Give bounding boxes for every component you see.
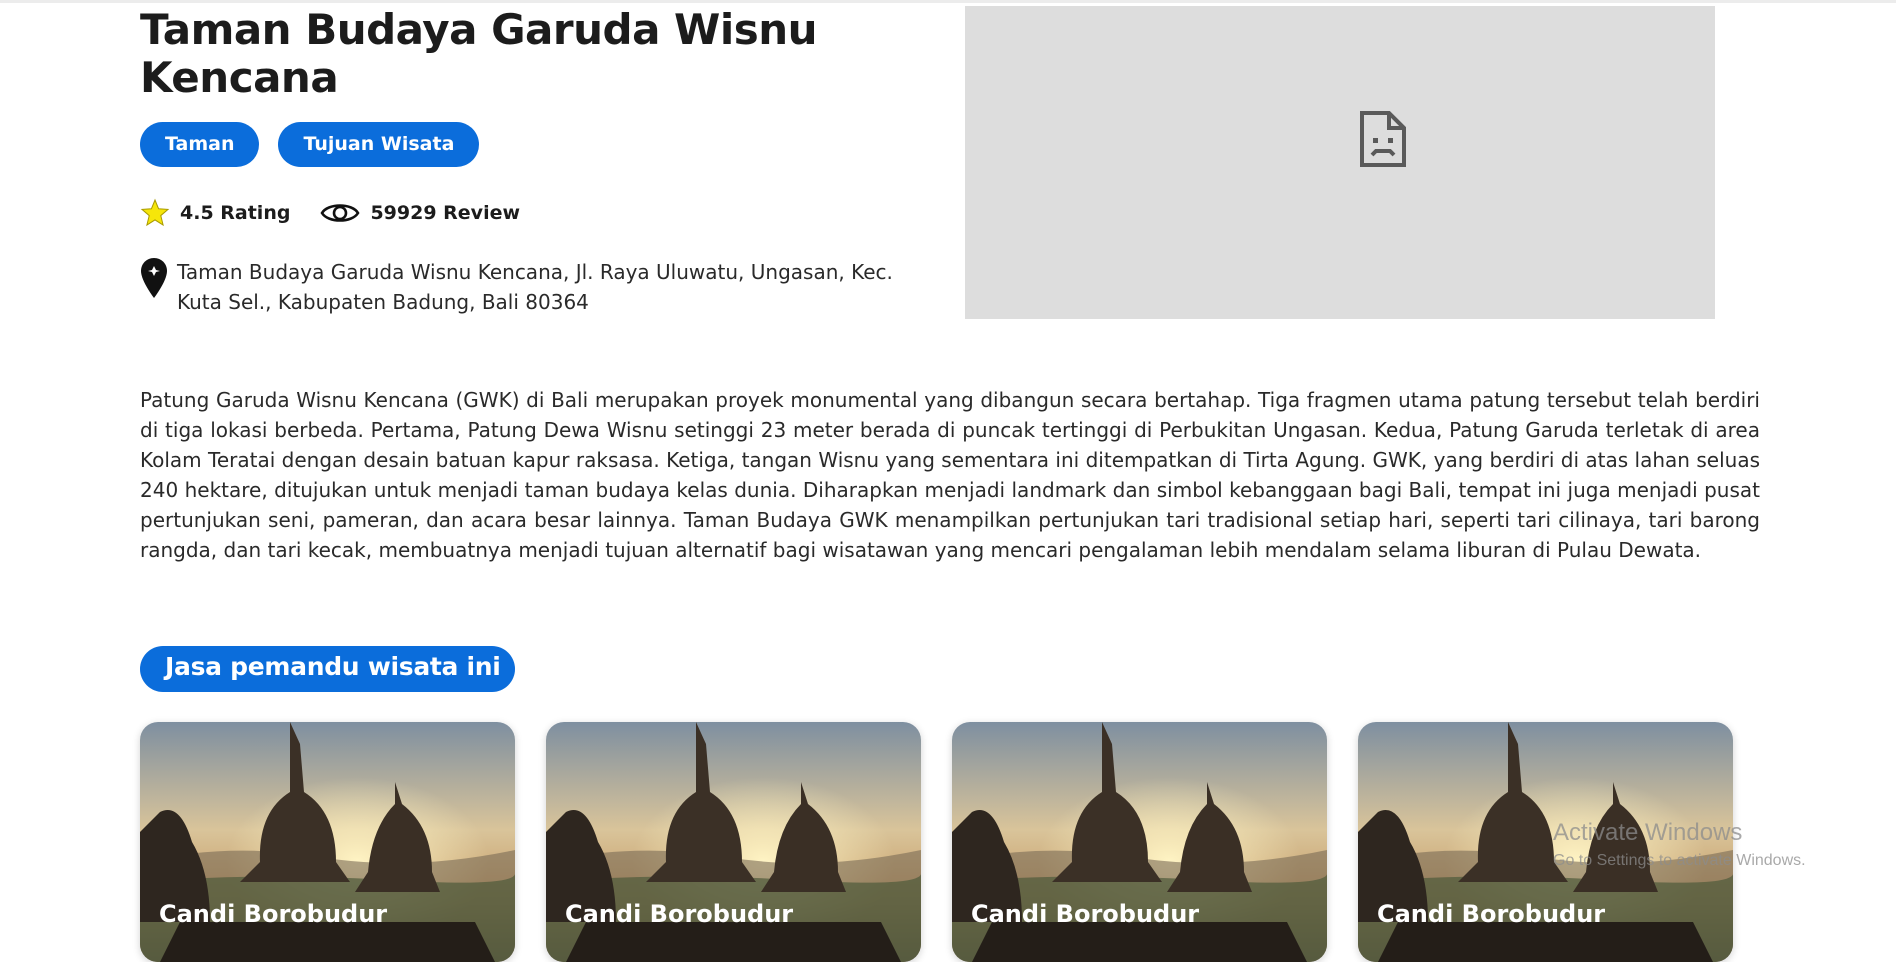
review-label: 59929 Review — [370, 202, 521, 224]
card-title: Candi Borobudur — [1377, 900, 1606, 928]
card-title: Candi Borobudur — [565, 900, 794, 928]
tag-taman[interactable]: Taman — [140, 122, 260, 167]
card-title: Candi Borobudur — [159, 900, 388, 928]
category-tags: Taman Tujuan Wisata — [140, 122, 480, 167]
top-border — [0, 0, 1896, 3]
activation-watermark: Activate Windows Go to Settings to activ… — [1553, 818, 1806, 872]
place-description: Patung Garuda Wisnu Kencana (GWK) di Bal… — [140, 388, 1760, 562]
address-text: Taman Budaya Garuda Wisnu Kencana, Jl. R… — [177, 260, 893, 314]
rating-label: 4.5 Rating — [180, 202, 291, 224]
guide-section-label: Jasa pemandu wisata ini — [140, 646, 515, 692]
watermark-subtitle: Go to Settings to activate Windows. — [1553, 852, 1806, 869]
guide-card[interactable]: Candi Borobudur — [546, 722, 921, 962]
stats-row: 4.5 Rating 59929 Review — [140, 194, 520, 232]
card-title: Candi Borobudur — [971, 900, 1200, 928]
eye-icon — [320, 198, 360, 228]
guide-card[interactable]: Candi Borobudur — [140, 722, 515, 962]
star-icon — [140, 198, 170, 228]
broken-image-icon — [1359, 110, 1407, 168]
map-pin-icon — [140, 257, 168, 299]
page-title: Taman Budaya Garuda Wisnu Kencana — [140, 5, 818, 102]
guide-cards: Candi Borobudur Candi Borobudur Candi Bo… — [140, 722, 1733, 962]
tag-tujuan-wisata[interactable]: Tujuan Wisata — [278, 122, 480, 167]
address-block: Taman Budaya Garuda Wisnu Kencana, Jl. R… — [140, 257, 910, 317]
media-embed[interactable] — [965, 6, 1715, 319]
watermark-title: Activate Windows — [1553, 819, 1743, 846]
guide-card[interactable]: Candi Borobudur — [952, 722, 1327, 962]
